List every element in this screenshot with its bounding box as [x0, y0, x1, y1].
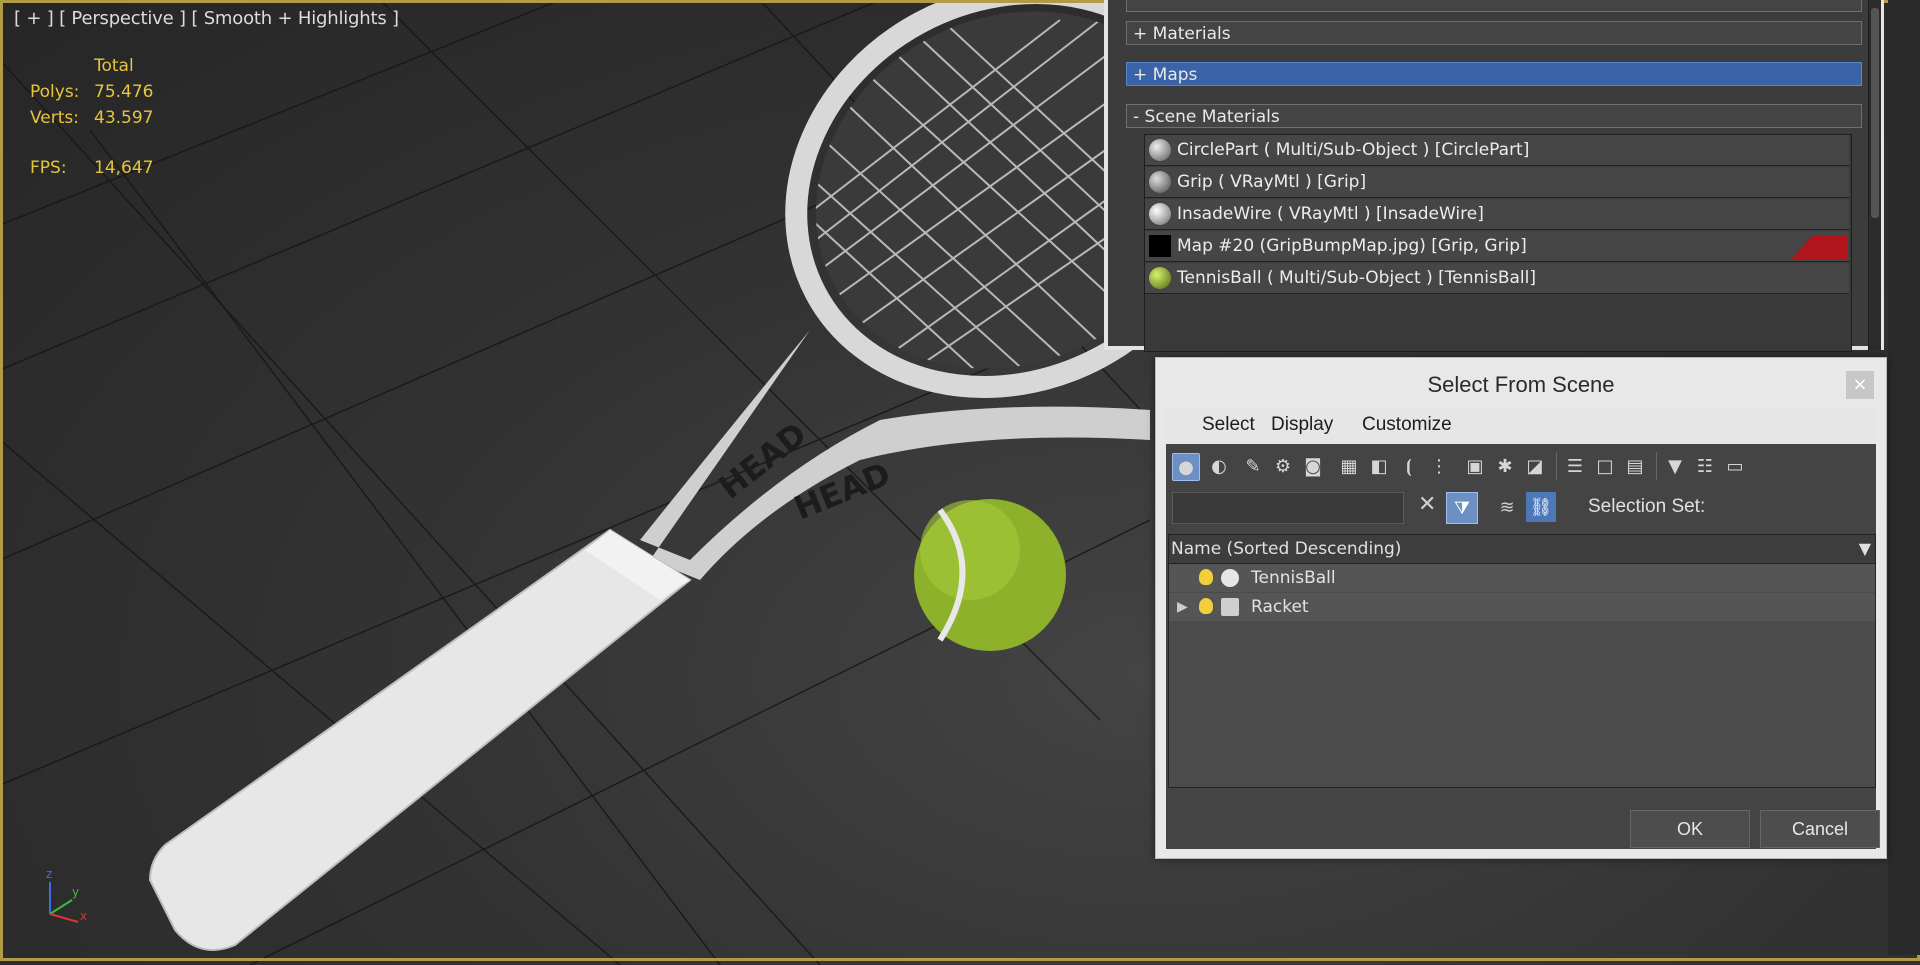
material-item[interactable]: Map #20 (GripBumpMap.jpg) [Grip, Grip]: [1145, 231, 1849, 262]
frozen-filter-icon[interactable]: ✱: [1492, 453, 1518, 479]
scene-materials-list: CirclePart ( Multi/Sub-Object ) [CircleP…: [1144, 134, 1852, 352]
hierarchy-icon[interactable]: ⛓: [1526, 492, 1556, 522]
verts-value: 43.597: [94, 108, 154, 128]
shapes-filter-icon[interactable]: ◐: [1206, 453, 1232, 479]
rollout-maps[interactable]: + Maps: [1126, 62, 1862, 86]
filter-list-icon[interactable]: ☷: [1692, 453, 1718, 479]
polys-label: Polys:: [30, 82, 80, 102]
object-name: Racket: [1251, 597, 1309, 617]
sphere-object-icon: [1221, 569, 1239, 587]
material-name: Map #20 (GripBumpMap.jpg) [Grip, Grip]: [1177, 236, 1527, 256]
material-name: InsadeWire ( VRayMtl ) [InsadeWire]: [1177, 204, 1484, 224]
toolbar-separator: [1656, 452, 1657, 480]
stats-header: Total: [94, 56, 134, 76]
verts-label: Verts:: [30, 108, 80, 128]
material-sphere-icon: [1149, 203, 1171, 225]
toolbar-separator: [1556, 452, 1557, 480]
containers-filter-icon[interactable]: ▣: [1462, 453, 1488, 479]
dialog-body: Select Display Customize ● ◐ ✎ ⚙ ◙ ▦ ◧ ⦗…: [1166, 408, 1880, 849]
select-invert-icon[interactable]: ▤: [1622, 453, 1648, 479]
gizmo-x: x: [80, 909, 87, 923]
groups-filter-icon[interactable]: ◧: [1366, 453, 1392, 479]
material-name: Grip ( VRayMtl ) [Grip]: [1177, 172, 1367, 192]
axis-gizmo-icon: z y x: [46, 867, 87, 923]
collapse-icon[interactable]: ▭: [1722, 453, 1748, 479]
spacewarps-filter-icon[interactable]: ▦: [1336, 453, 1362, 479]
xrefs-filter-icon[interactable]: ⦗: [1396, 453, 1422, 479]
table-row[interactable]: ▶ Racket: [1169, 593, 1875, 621]
material-item[interactable]: InsadeWire ( VRayMtl ) [InsadeWire]: [1145, 199, 1849, 230]
red-tag-icon: [1791, 235, 1847, 259]
lights-filter-icon[interactable]: ✎: [1240, 453, 1266, 479]
polys-value: 75.476: [94, 82, 154, 102]
light-bulb-icon[interactable]: [1199, 569, 1213, 585]
select-none-icon[interactable]: □: [1592, 453, 1618, 479]
selection-set-label: Selection Set:: [1588, 496, 1706, 517]
close-button[interactable]: ×: [1846, 371, 1874, 399]
material-sphere-icon: [1149, 171, 1171, 193]
right-panel-strip: [1888, 0, 1920, 955]
material-name: TennisBall ( Multi/Sub-Object ) [TennisB…: [1177, 268, 1536, 288]
rollout-scene-materials[interactable]: - Scene Materials: [1126, 104, 1862, 128]
material-item[interactable]: CirclePart ( Multi/Sub-Object ) [CircleP…: [1145, 135, 1849, 166]
filter-row: ✕ ⧩ ≋ ⛓ Selection Set:: [1166, 486, 1876, 526]
object-name: TennisBall: [1251, 568, 1336, 588]
material-sphere-icon: [1149, 139, 1171, 161]
material-sphere-icon: [1149, 267, 1171, 289]
search-input[interactable]: [1172, 492, 1404, 524]
gizmo-y: y: [72, 885, 79, 899]
material-name: CirclePart ( Multi/Sub-Object ) [CircleP…: [1177, 140, 1530, 160]
toolbar: ● ◐ ✎ ⚙ ◙ ▦ ◧ ⦗ ⋮ ▣ ✱ ◪ ☰ □ ▤ ▼ ☷ ▭: [1166, 444, 1876, 486]
scene-object-list: Name (Sorted Descending) ▼ TennisBall ▶ …: [1168, 534, 1876, 788]
tennis-ball-model: [914, 499, 1066, 651]
cancel-button[interactable]: Cancel: [1760, 810, 1880, 848]
material-scrollbar[interactable]: [1868, 0, 1881, 350]
helpers-filter-icon[interactable]: ◙: [1300, 453, 1326, 479]
select-from-scene-dialog: Select From Scene × Select Display Custo…: [1155, 357, 1887, 859]
expand-icon[interactable]: ▶: [1177, 593, 1188, 621]
cameras-filter-icon[interactable]: ⚙: [1270, 453, 1296, 479]
menu-bar: Select Display Customize: [1166, 408, 1876, 444]
fps-label: FPS:: [30, 158, 67, 178]
scrollbar-thumb[interactable]: [1871, 8, 1879, 218]
rollout-top[interactable]: [1126, 0, 1862, 12]
bones-filter-icon[interactable]: ⋮: [1426, 453, 1452, 479]
sort-arrow-icon[interactable]: ▼: [1859, 535, 1871, 563]
column-header[interactable]: Name (Sorted Descending) ▼: [1169, 535, 1875, 564]
group-object-icon: [1221, 598, 1239, 616]
dialog-title: Select From Scene: [1427, 372, 1615, 397]
geometry-filter-icon[interactable]: ●: [1172, 453, 1200, 481]
select-all-icon[interactable]: ☰: [1562, 453, 1588, 479]
clear-search-icon[interactable]: ✕: [1418, 492, 1436, 517]
menu-customize[interactable]: Customize: [1362, 414, 1452, 436]
light-bulb-icon[interactable]: [1199, 598, 1213, 614]
material-item[interactable]: TennisBall ( Multi/Sub-Object ) [TennisB…: [1145, 263, 1849, 294]
fps-value: 14,647: [94, 158, 154, 178]
material-item[interactable]: Grip ( VRayMtl ) [Grip]: [1145, 167, 1849, 198]
table-row[interactable]: TennisBall: [1169, 564, 1875, 592]
column-header-label: Name (Sorted Descending): [1171, 539, 1402, 559]
material-browser-panel: + Materials + Maps - Scene Materials Cir…: [1104, 0, 1884, 352]
map-swatch-icon: [1149, 235, 1171, 257]
gizmo-z: z: [46, 867, 52, 881]
ok-button[interactable]: OK: [1630, 810, 1750, 848]
viewport-label[interactable]: [ + ] [ Perspective ] [ Smooth + Highlig…: [14, 8, 399, 29]
rollout-materials[interactable]: + Materials: [1126, 21, 1862, 45]
filter-toggle-icon[interactable]: ⧩: [1446, 492, 1478, 524]
viewport-stats: Total Polys: 75.476 Verts: 43.597 FPS: 1…: [30, 56, 180, 186]
filter-icon[interactable]: ▼: [1662, 453, 1688, 479]
menu-display[interactable]: Display: [1271, 414, 1333, 436]
layers-icon[interactable]: ≋: [1492, 492, 1522, 522]
hidden-filter-icon[interactable]: ◪: [1522, 453, 1548, 479]
menu-select[interactable]: Select: [1202, 414, 1255, 436]
